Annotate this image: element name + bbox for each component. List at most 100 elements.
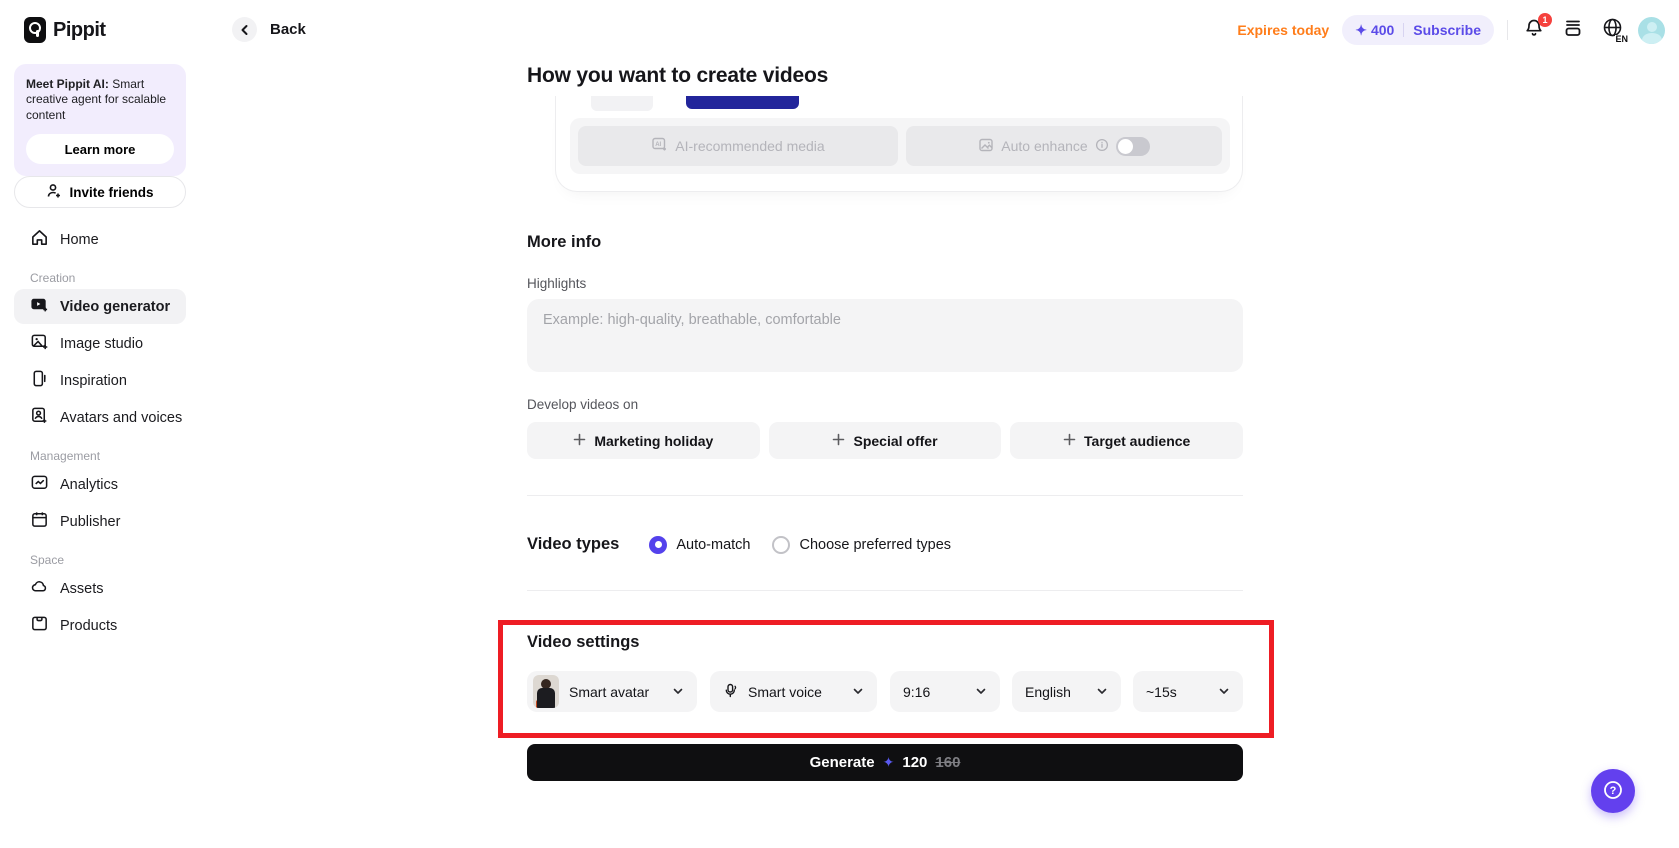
printer-button[interactable]	[1560, 17, 1586, 43]
duration-dropdown[interactable]: ~15s	[1133, 671, 1243, 712]
generate-button[interactable]: Generate ✦ 120 160	[527, 744, 1243, 781]
invite-friends-label: Invite friends	[69, 185, 153, 200]
sidebar-item-label: Home	[60, 232, 99, 248]
back-button[interactable]: Back	[232, 17, 306, 42]
generate-original-cost: 160	[935, 754, 960, 771]
video-settings-title: Video settings	[527, 633, 639, 652]
brand-name: Pippit	[53, 19, 106, 42]
video-type-choose-preferred[interactable]: Choose preferred types	[772, 536, 951, 554]
sidebar-item-label: Publisher	[60, 514, 120, 530]
svg-text:AI: AI	[655, 142, 661, 148]
info-icon	[1095, 138, 1109, 155]
auto-enhance-toggle[interactable]	[1116, 137, 1150, 156]
sidebar-item-home[interactable]: Home	[14, 222, 186, 257]
calendar-icon	[30, 510, 49, 533]
video-type-auto-match[interactable]: Auto-match	[649, 536, 750, 554]
auto-enhance-label: Auto enhance	[1001, 138, 1087, 154]
promo-title: Meet Pippit AI:	[26, 77, 109, 91]
pippit-logo-icon	[24, 17, 46, 43]
avatar-card-icon	[30, 406, 49, 429]
dropdown-value: Smart voice	[748, 684, 822, 700]
page-title: How you want to create videos	[527, 64, 828, 88]
more-info-title: More info	[527, 233, 601, 252]
sidebar-item-analytics[interactable]: Analytics	[14, 467, 186, 502]
sidebar-nav: Home Creation Video generator Image stud…	[14, 222, 186, 645]
add-special-offer-button[interactable]: Special offer	[769, 422, 1002, 459]
topbar-actions: Expires today ✦400 Subscribe 1 EN	[1237, 13, 1665, 47]
aspect-ratio-dropdown[interactable]: 9:16	[890, 671, 1000, 712]
ai-recommended-media-button[interactable]: AI AI-recommended media	[578, 126, 898, 166]
ai-media-label: AI-recommended media	[675, 138, 824, 154]
notifications-button[interactable]: 1	[1521, 17, 1547, 43]
media-panel: AI AI-recommended media Auto enhance	[570, 118, 1230, 174]
dropdown-value: Smart avatar	[569, 684, 649, 700]
voice-icon	[723, 682, 740, 702]
product-box-icon	[30, 614, 49, 637]
chevron-down-icon	[1218, 684, 1230, 700]
plus-icon	[573, 433, 586, 449]
language-dropdown[interactable]: English	[1012, 671, 1121, 712]
add-marketing-holiday-button[interactable]: Marketing holiday	[527, 422, 760, 459]
add-target-audience-button[interactable]: Target audience	[1010, 422, 1243, 459]
radio-label: Auto-match	[676, 537, 750, 553]
avatar-thumbnail	[533, 675, 559, 708]
sidebar-item-label: Inspiration	[60, 373, 127, 389]
pippit-logo[interactable]: Pippit	[24, 17, 106, 43]
subscribe-button[interactable]: Subscribe	[1413, 22, 1481, 38]
radio-label: Choose preferred types	[799, 537, 951, 553]
dropdown-value: English	[1025, 684, 1071, 700]
promo-text: Meet Pippit AI: Smart creative agent for…	[26, 77, 174, 123]
video-generator-icon	[30, 295, 49, 318]
back-label: Back	[270, 21, 306, 38]
develop-option-label: Target audience	[1084, 433, 1190, 449]
develop-option-label: Special offer	[853, 433, 937, 449]
expires-badge: Expires today	[1237, 22, 1329, 38]
video-types-title: Video types	[527, 535, 619, 554]
highlights-input[interactable]	[527, 299, 1243, 372]
dropdown-value: 9:16	[903, 684, 930, 700]
section-divider	[527, 590, 1243, 591]
radio-unselected-icon[interactable]	[772, 536, 790, 554]
radio-selected-icon[interactable]	[649, 536, 667, 554]
develop-option-label: Marketing holiday	[594, 433, 713, 449]
generate-label: Generate	[810, 754, 875, 771]
sidebar-item-label: Video generator	[60, 299, 170, 315]
auto-enhance-button[interactable]: Auto enhance	[906, 126, 1222, 166]
toggle-knob	[1118, 139, 1133, 154]
section-divider	[527, 495, 1243, 496]
chevron-left-icon	[232, 17, 257, 42]
credits-pill[interactable]: ✦400 Subscribe	[1342, 15, 1494, 45]
sidebar: Pippit Meet Pippit AI: Smart creative ag…	[0, 0, 200, 848]
ai-media-icon: AI	[651, 136, 668, 156]
topbar-divider	[1507, 20, 1508, 40]
smart-voice-dropdown[interactable]: Smart voice	[710, 671, 877, 712]
sidebar-item-inspiration[interactable]: Inspiration	[14, 363, 186, 398]
sidebar-item-label: Products	[60, 618, 117, 634]
sidebar-item-assets[interactable]: Assets	[14, 571, 186, 606]
language-button[interactable]: EN	[1599, 17, 1625, 43]
phone-icon	[30, 369, 49, 392]
main-content: How you want to create videos AI AI-reco…	[527, 0, 1243, 848]
video-settings-row: Smart avatar Smart voice 9:16 English ~1…	[527, 671, 1243, 712]
help-button[interactable]: ?	[1591, 769, 1635, 813]
sidebar-item-publisher[interactable]: Publisher	[14, 504, 186, 539]
smart-avatar-dropdown[interactable]: Smart avatar	[527, 671, 697, 712]
nav-section-space: Space	[30, 553, 186, 567]
learn-more-button[interactable]: Learn more	[26, 134, 174, 164]
language-code: EN	[1615, 35, 1628, 44]
sidebar-item-image-studio[interactable]: Image studio	[14, 326, 186, 361]
promo-card: Meet Pippit AI: Smart creative agent for…	[14, 64, 186, 176]
sidebar-item-label: Assets	[60, 581, 104, 597]
chevron-down-icon	[672, 684, 684, 700]
sidebar-item-video-generator[interactable]: Video generator	[14, 289, 186, 324]
user-avatar[interactable]	[1638, 17, 1665, 44]
develop-options-row: Marketing holiday Special offer Target a…	[527, 422, 1243, 459]
sidebar-item-products[interactable]: Products	[14, 608, 186, 643]
highlights-label: Highlights	[527, 276, 586, 291]
invite-friends-button[interactable]: Invite friends	[14, 176, 186, 208]
sidebar-item-avatars-voices[interactable]: Avatars and voices	[14, 400, 186, 435]
printer-icon	[1562, 17, 1584, 44]
cloud-icon	[30, 577, 49, 600]
diamond-icon: ✦	[883, 754, 895, 771]
chevron-down-icon	[975, 684, 987, 700]
